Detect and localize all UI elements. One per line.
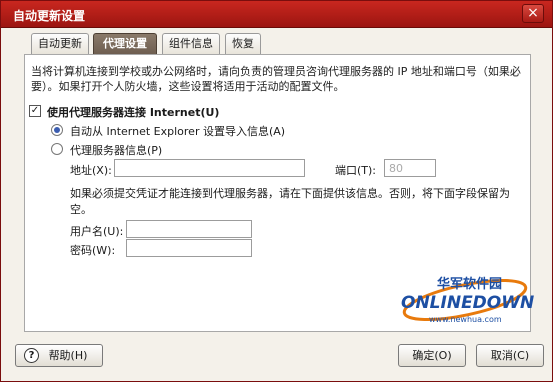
onlinedown-watermark: 华军软件园 ONLINEDOWN www.newhua.com (399, 266, 539, 332)
title-bar: 自动更新设置 × (1, 1, 552, 28)
tab-restore[interactable]: 恢复 (225, 33, 261, 54)
window-title: 自动更新设置 (13, 9, 86, 23)
watermark-cn-text: 华军软件园 (437, 276, 502, 292)
close-button[interactable]: × (522, 4, 544, 23)
use-proxy-label: 使用代理服务器连接 Internet(U) (47, 106, 220, 119)
tab-auto-update[interactable]: 自动更新 (31, 33, 89, 54)
auto-import-radio[interactable] (51, 124, 63, 136)
settings-window: 自动更新设置 × 自动更新 代理设置 组件信息 恢复 当将计算机连接到学校或办公… (0, 0, 553, 382)
help-button-label: 帮助(H) (48, 349, 88, 362)
use-proxy-checkbox[interactable]: ✓ (29, 105, 41, 117)
tab-component-info[interactable]: 组件信息 (162, 33, 220, 54)
help-icon: ? (24, 348, 39, 363)
address-input[interactable] (114, 159, 305, 177)
cancel-button[interactable]: 取消(C) (476, 344, 544, 367)
address-label: 地址(X): (70, 164, 112, 177)
help-button[interactable]: ? 帮助(H) (15, 344, 103, 367)
password-label: 密码(W): (70, 244, 116, 257)
password-input[interactable] (126, 239, 252, 257)
port-input[interactable]: 80 (384, 159, 436, 177)
port-label: 端口(T): (335, 164, 377, 177)
username-label: 用户名(U): (70, 225, 124, 238)
auto-import-label: 自动从 Internet Explorer 设置导入信息(A) (70, 125, 286, 138)
tab-proxy-settings[interactable]: 代理设置 (93, 33, 157, 54)
manual-proxy-radio[interactable] (51, 143, 63, 155)
watermark-brand-text: ONLINEDOWN (401, 293, 534, 313)
credentials-note: 如果必须提交凭证才能连接到代理服务器，请在下面提供该信息。否则，将下面字段保留为… (70, 187, 510, 216)
watermark-logo: 华军软件园 ONLINEDOWN www.newhua.com (401, 276, 534, 324)
ok-button[interactable]: 确定(O) (398, 344, 466, 367)
manual-proxy-label: 代理服务器信息(P) (70, 144, 163, 157)
intro-text: 当将计算机连接到学校或办公网络时，请向负责的管理员咨询代理服务器的 IP 地址和… (31, 65, 521, 93)
watermark-url-text: www.newhua.com (429, 315, 502, 324)
username-input[interactable] (126, 220, 252, 238)
